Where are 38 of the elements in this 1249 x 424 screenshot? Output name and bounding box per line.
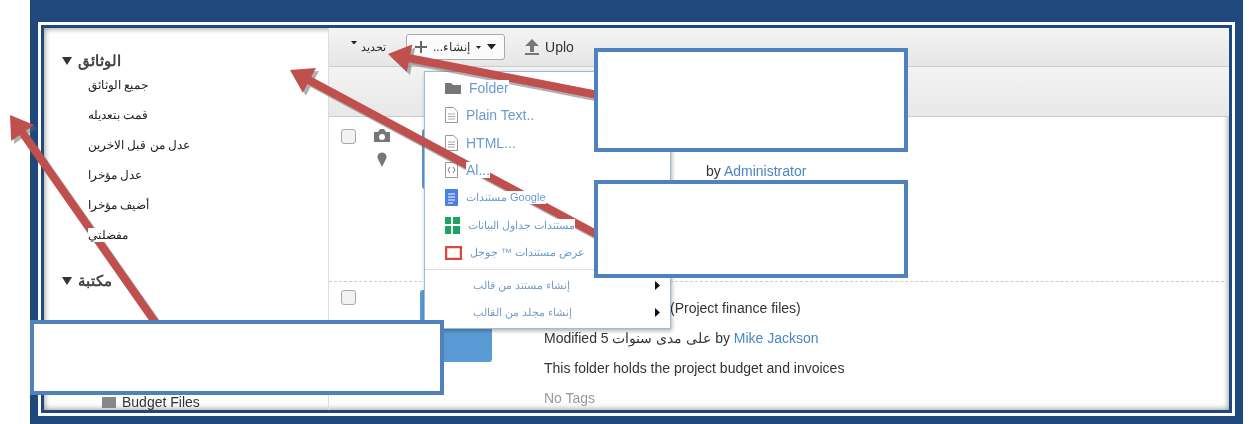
modified-by-text: by Administrator (706, 163, 807, 179)
author-link[interactable]: Mike Jackson (733, 330, 819, 346)
caret-icon (351, 40, 357, 45)
checkbox[interactable] (341, 290, 356, 305)
folder-description: This folder holds the project budget and invoices (544, 360, 845, 376)
section-title[interactable]: الوثائق (78, 52, 121, 70)
plus-icon (415, 41, 427, 53)
section-title[interactable]: مكتبة (78, 272, 112, 290)
author-link[interactable]: Administrator (723, 163, 807, 179)
sidebar-item[interactable]: قمت بتعديله (88, 108, 149, 122)
location-pin-icon (377, 152, 387, 167)
document-icon (445, 134, 458, 151)
submenu-arrow-icon (655, 307, 660, 317)
collapse-triangle-icon[interactable] (62, 56, 72, 66)
sidebar-item[interactable]: مفضلتي (88, 228, 128, 242)
code-file-icon (445, 162, 458, 179)
sidebar-item[interactable]: عدل من قبل الاخرين (88, 138, 190, 152)
upload-icon (525, 39, 539, 55)
select-button[interactable]: تحديد (351, 40, 386, 54)
folder-icon (445, 81, 461, 95)
upload-button[interactable]: Uplo (525, 39, 574, 55)
spreadsheet-icon (445, 216, 460, 234)
collapse-triangle-icon[interactable] (62, 276, 72, 286)
tags-text: No Tags (544, 390, 597, 406)
sidebar-item[interactable]: أضيف مؤخرا (88, 198, 150, 212)
document-icon (445, 107, 458, 124)
create-button[interactable]: ...إنشاء (406, 34, 505, 60)
submenu-arrow-icon (655, 280, 660, 290)
folder-title: (Project finance files) (670, 300, 802, 316)
document-icon (445, 189, 458, 207)
sidebar-item[interactable]: جميع الوثائق (88, 78, 149, 92)
folder-icon (102, 397, 116, 408)
tree-item[interactable]: Budget Files (122, 395, 200, 410)
checkbox[interactable] (341, 129, 356, 144)
slides-icon (445, 245, 462, 260)
caret-icon (476, 45, 481, 49)
camera-icon (374, 129, 390, 142)
sidebar-item[interactable]: عدل مؤخرا (88, 168, 143, 182)
